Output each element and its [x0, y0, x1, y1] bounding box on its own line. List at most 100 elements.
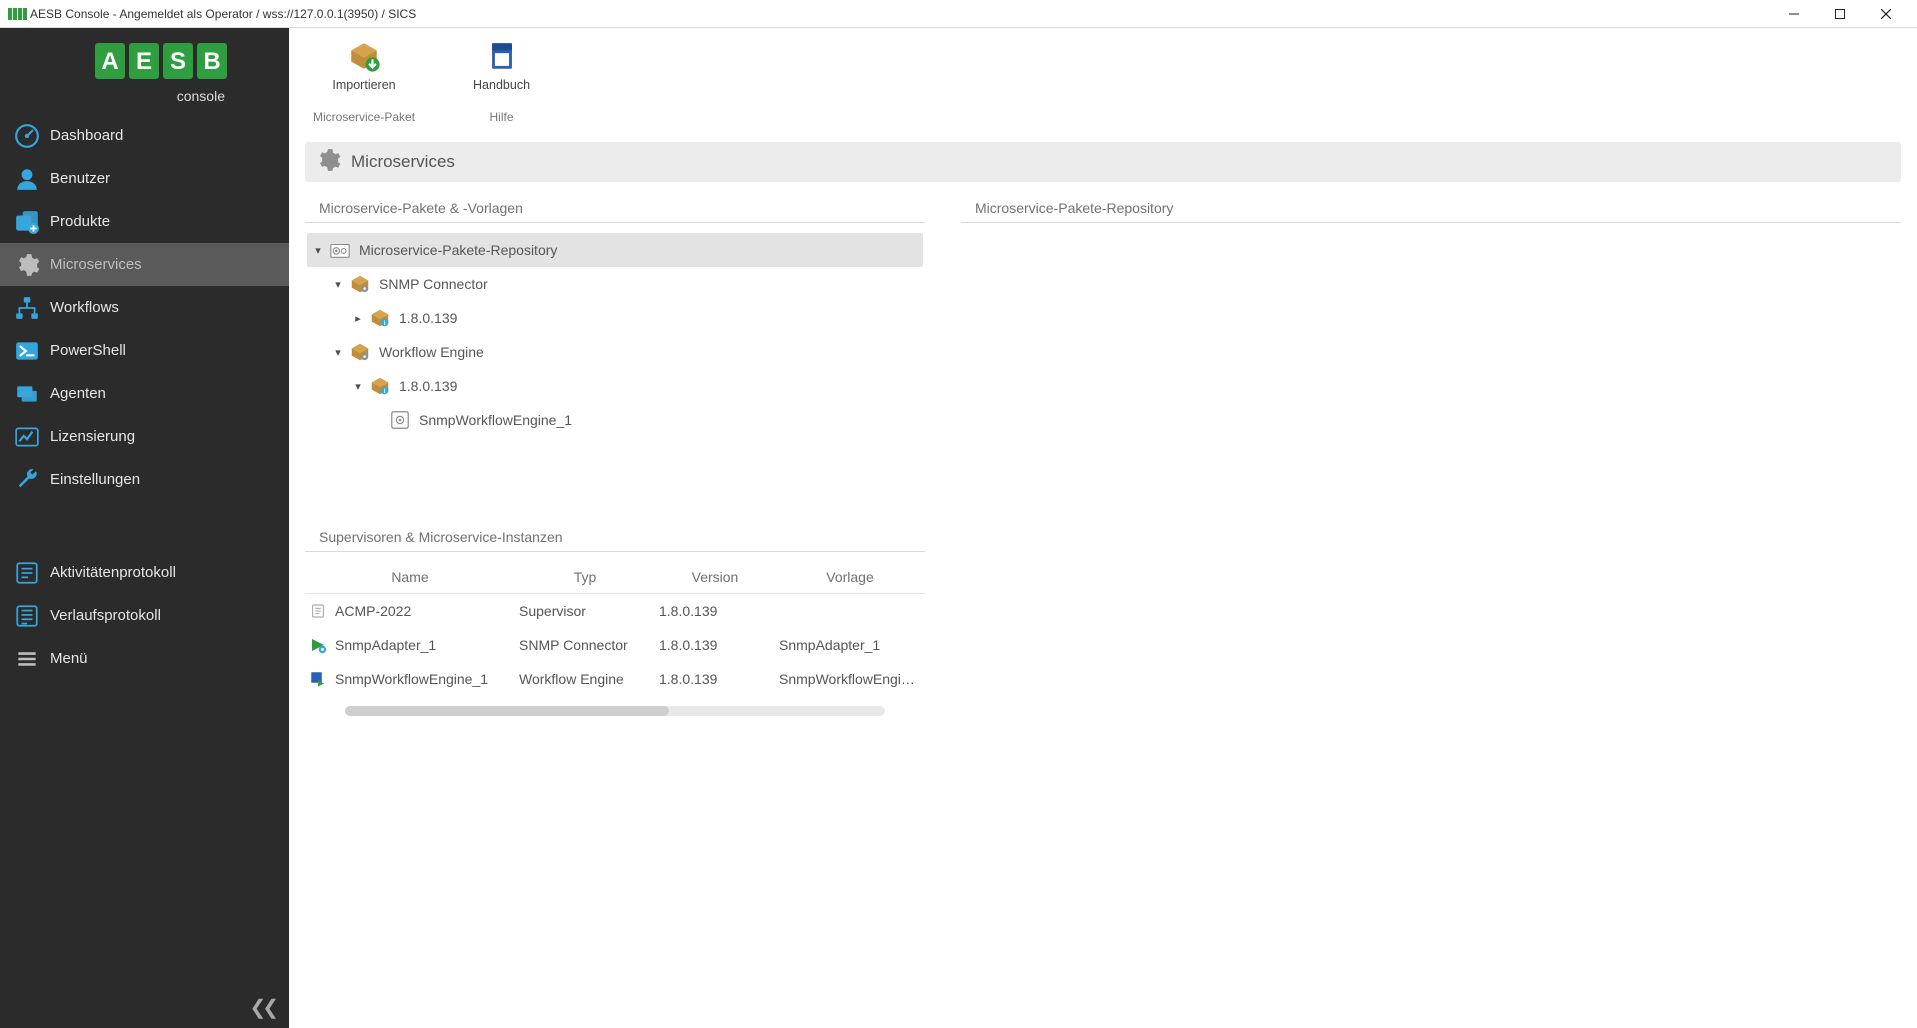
sidebar-item-benutzer[interactable]: Benutzer — [0, 157, 289, 200]
app-icon — [8, 8, 24, 20]
ribbon-group-label: Microservice-Paket — [313, 110, 415, 124]
sidebar-item-label: Microservices — [50, 256, 142, 273]
tree-node[interactable]: ▸ i 1.8.0.139 — [307, 301, 923, 335]
packages-tree[interactable]: ▾Microservice-Pakete-Repository▾SNMP Con… — [305, 231, 925, 501]
tree-node-label: 1.8.0.139 — [399, 310, 457, 326]
instances-grid: Name Typ Version Vorlage ACMP-2022Superv… — [305, 560, 925, 696]
collapse-sidebar-icon[interactable]: ❮❮ — [249, 995, 275, 1020]
instances-panel: Supervisoren & Microservice-Instanzen Na… — [305, 523, 925, 783]
tree-node[interactable]: ▾i 1.8.0.139 — [307, 369, 923, 403]
row-version: 1.8.0.139 — [655, 637, 775, 653]
workflow-icon — [10, 291, 44, 325]
maximize-button[interactable] — [1817, 0, 1863, 28]
page-title: Microservices — [351, 152, 455, 172]
powershell-icon — [10, 334, 44, 368]
sidebar-item-agenten[interactable]: Agenten — [0, 372, 289, 415]
svg-text:S: S — [169, 48, 185, 75]
tree-expander-icon[interactable]: ▾ — [309, 244, 327, 257]
tree-expander-icon[interactable]: ▾ — [329, 346, 347, 359]
close-button[interactable] — [1863, 0, 1909, 28]
row-version: 1.8.0.139 — [655, 603, 775, 619]
sidebar-item-lizensierung[interactable]: Lizensierung — [0, 415, 289, 458]
col-version[interactable]: Version — [655, 569, 775, 585]
repository-detail-panel: Microservice-Pakete-Repository — [961, 194, 1901, 223]
ribbon-group: Handbuch Hilfe — [439, 34, 564, 124]
svg-text:i: i — [384, 320, 386, 327]
tree-node-label: SNMP Connector — [379, 276, 488, 292]
sidebar-item-einstellungen[interactable]: Einstellungen — [0, 458, 289, 501]
history-log-icon — [10, 599, 44, 633]
gear-icon — [315, 147, 341, 178]
row-template: SnmpWorkflowEngine_1 — [775, 671, 925, 687]
sidebar-item-label: Einstellungen — [50, 471, 140, 488]
tree-node-icon — [347, 271, 373, 297]
tree-expander-icon[interactable]: ▾ — [329, 278, 347, 291]
sidebar-item-produkte[interactable]: Produkte — [0, 200, 289, 243]
sidebar-item-dashboard[interactable]: Dashboard — [0, 114, 289, 157]
tree-node[interactable]: SnmpWorkflowEngine_1 — [307, 403, 923, 437]
sidebar-item-label: Verlaufsprotokoll — [50, 607, 161, 624]
row-type: SNMP Connector — [515, 637, 655, 653]
main-area: Importieren Microservice-Paket Handbuch Hil… — [289, 28, 1917, 1028]
menu-icon — [10, 642, 44, 676]
minimize-button[interactable] — [1771, 0, 1817, 28]
tree-node[interactable]: ▾Microservice-Pakete-Repository — [307, 233, 923, 267]
col-type[interactable]: Typ — [515, 569, 655, 585]
svg-text:A: A — [101, 48, 118, 75]
row-type: Workflow Engine — [515, 671, 655, 687]
tree-node-label: SnmpWorkflowEngine_1 — [419, 412, 572, 428]
sidebar-item-label: Produkte — [50, 213, 110, 230]
horizontal-scrollbar[interactable] — [345, 706, 885, 716]
sidebar: AESB console Dashboard Benutzer Produkte Mi… — [0, 28, 289, 1028]
tree-expander-icon[interactable]: ▾ — [349, 380, 367, 393]
sidebar-item-label: Aktivitätenprotokoll — [50, 564, 176, 581]
logo: AESB console — [0, 28, 289, 114]
tree-node[interactable]: ▾ SNMP Connector — [307, 267, 923, 301]
user-icon — [10, 162, 44, 196]
svg-text:E: E — [135, 48, 151, 75]
tree-node-icon — [387, 407, 413, 433]
sidebar-item-workflows[interactable]: Workflows — [0, 286, 289, 329]
tree-node-icon: i — [367, 305, 393, 331]
sidebar-item-microservices[interactable]: Microservices — [0, 243, 289, 286]
table-row[interactable]: SnmpWorkflowEngine_1 Workflow Engine1.8.0… — [305, 662, 925, 696]
ribbon-button-importieren[interactable]: Importieren — [322, 34, 405, 96]
tree-node-label: Workflow Engine — [379, 344, 484, 360]
tree-expander-icon[interactable] — [369, 414, 387, 426]
sidebar-item-verlaufsprotokoll[interactable]: Verlaufsprotokoll — [0, 594, 289, 637]
repository-detail-title: Microservice-Pakete-Repository — [961, 194, 1901, 223]
row-template: SnmpAdapter_1 — [775, 637, 925, 653]
tree-node-icon: i — [367, 373, 393, 399]
table-row[interactable]: SnmpAdapter_1SNMP Connector1.8.0.139Snmp… — [305, 628, 925, 662]
table-row[interactable]: ACMP-2022Supervisor1.8.0.139 — [305, 594, 925, 628]
sidebar-item-label: PowerShell — [50, 342, 126, 359]
sidebar-item-men[interactable]: Menü — [0, 637, 289, 680]
col-template[interactable]: Vorlage — [775, 569, 925, 585]
sidebar-item-label: Benutzer — [50, 170, 110, 187]
ribbon-toolbar: Importieren Microservice-Paket Handbuch Hil… — [289, 28, 1917, 142]
packages-panel: Microservice-Pakete & -Vorlagen ▾Microse… — [305, 194, 925, 501]
ribbon-button-handbuch[interactable]: Handbuch — [463, 34, 540, 96]
dashboard-icon — [10, 119, 44, 153]
sidebar-item-label: Workflows — [50, 299, 119, 316]
grid-header-row: Name Typ Version Vorlage — [305, 560, 925, 594]
adapter-play-icon — [309, 636, 327, 654]
sidebar-item-aktivittenprotokoll[interactable]: Aktivitätenprotokoll — [0, 551, 289, 594]
ribbon-group-label: Hilfe — [490, 110, 514, 124]
tree-node-label: 1.8.0.139 — [399, 378, 457, 394]
row-name: SnmpAdapter_1 — [335, 637, 436, 653]
tree-expander-icon[interactable]: ▸ — [349, 312, 367, 325]
page-header: Microservices — [305, 142, 1901, 182]
products-icon — [10, 205, 44, 239]
tree-node[interactable]: ▾ Workflow Engine — [307, 335, 923, 369]
ribbon-group: Importieren Microservice-Paket — [289, 34, 439, 124]
tree-node-icon — [327, 237, 353, 263]
row-version: 1.8.0.139 — [655, 671, 775, 687]
row-name: SnmpWorkflowEngine_1 — [335, 671, 488, 687]
svg-text:console: console — [176, 88, 224, 104]
sidebar-item-label: Agenten — [50, 385, 106, 402]
chart-icon — [10, 420, 44, 454]
col-name[interactable]: Name — [305, 569, 515, 585]
svg-text:B: B — [203, 48, 220, 75]
sidebar-item-powershell[interactable]: PowerShell — [0, 329, 289, 372]
